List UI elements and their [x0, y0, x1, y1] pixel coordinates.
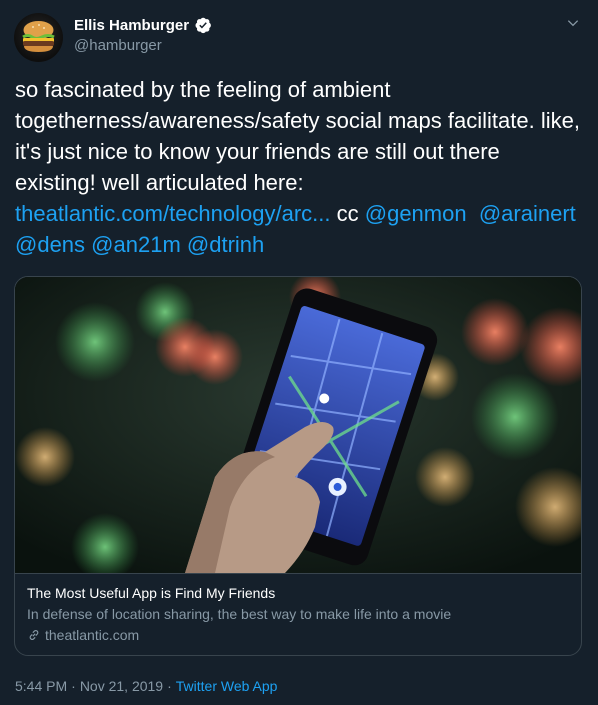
mention-link[interactable]: @an21m	[91, 232, 181, 257]
link-preview-card[interactable]: The Most Useful App is Find My Friends I…	[14, 276, 582, 656]
author-name-row: Ellis Hamburger	[74, 16, 212, 34]
card-title: The Most Useful App is Find My Friends	[27, 585, 276, 601]
card-info[interactable]: The Most Useful App is Find My Friends I…	[15, 573, 581, 655]
tweet: Ellis Hamburger @hamburger so fascinated…	[0, 0, 598, 705]
card-domain-text: theatlantic.com	[45, 627, 140, 643]
verified-badge-icon	[195, 17, 211, 34]
article-link[interactable]: theatlantic.com/technology/arc...	[15, 201, 331, 226]
tweet-time[interactable]: 5:44 PM	[15, 678, 67, 694]
author-display-name[interactable]: Ellis Hamburger	[74, 17, 189, 34]
mention-link[interactable]: @arainert	[479, 201, 576, 226]
phone-map-photo-icon	[15, 277, 581, 573]
tweet-body: so fascinated by the feeling of ambient …	[15, 77, 580, 195]
tweet-footer: 5:44 PM · Nov 21, 2019 · Twitter Web App	[15, 678, 277, 694]
footer-separator: ·	[71, 678, 76, 694]
card-image[interactable]	[15, 277, 581, 573]
chevron-down-icon[interactable]	[566, 16, 580, 30]
mention-link[interactable]: @dtrinh	[187, 232, 264, 257]
link-icon	[29, 630, 39, 640]
source-app-link[interactable]: Twitter Web App	[176, 678, 278, 694]
mention-link[interactable]: @genmon	[365, 201, 467, 226]
tweet-date[interactable]: Nov 21, 2019	[80, 678, 163, 694]
avatar[interactable]	[14, 13, 63, 62]
mention-link[interactable]: @dens	[15, 232, 85, 257]
tweet-text: so fascinated by the feeling of ambient …	[15, 74, 585, 260]
author-handle[interactable]: @hamburger	[74, 37, 162, 54]
card-domain: theatlantic.com	[27, 626, 569, 644]
hamburger-avatar-icon	[22, 21, 55, 52]
footer-separator: ·	[167, 678, 172, 694]
cc-label: cc	[336, 201, 359, 226]
card-description: In defense of location sharing, the best…	[27, 606, 452, 622]
